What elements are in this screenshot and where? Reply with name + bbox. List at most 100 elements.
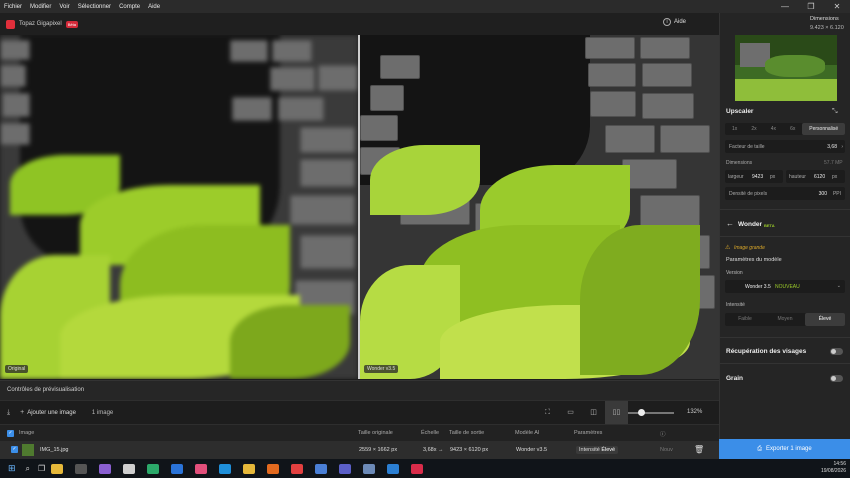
maximize-button[interactable]: ❐ [798,0,824,13]
export-label: Exporter 1 image [766,446,812,452]
menu-voir[interactable]: Voir [55,4,73,10]
zoom-slider[interactable] [628,412,674,414]
app-icon-11[interactable] [387,463,400,474]
row-model: Wonder v3.5 [516,447,548,453]
table-row[interactable]: ✓ IMG_15.jpg 2559 × 1662 px 3,68x → 9423… [0,441,719,459]
menu-compte[interactable]: Compte [115,4,144,10]
row-original-size: 2559 × 1662 px [359,447,398,453]
col-image[interactable]: Image [19,430,34,436]
size-factor-field[interactable]: Facteur de taille 3,68 › [725,140,845,153]
model-label: Wonder v3.5 [364,365,399,373]
zoom-slider-handle[interactable] [638,409,645,416]
intensity-high[interactable]: Élevé [805,313,845,326]
edge-icon[interactable] [219,463,232,474]
task-view-icon[interactable]: ❐ [38,464,45,473]
explorer-icon[interactable] [51,463,64,474]
vlc-icon[interactable] [267,463,280,474]
crop-view-icon[interactable]: ⛶ [536,401,559,425]
face-recovery-toggle[interactable] [830,348,843,355]
export-button[interactable]: ⎙ Exporter 1 image [719,439,850,459]
upscaler-title: Upscaler [726,108,754,115]
grain-toggle[interactable] [830,375,843,382]
minimize-button[interactable]: — [772,0,798,13]
col-parameters[interactable]: Paramètres [574,430,602,436]
app-icon-7[interactable] [243,463,256,474]
teams-icon[interactable] [339,463,352,474]
add-image-button[interactable]: + Ajouter une image [20,409,76,416]
intensity-medium[interactable]: Moyen [765,313,805,326]
gigapixel-taskbar-icon[interactable] [411,463,424,474]
col-original-size[interactable]: Taille originale [358,430,393,436]
single-view-icon[interactable]: ▭ [559,401,582,425]
select-all-checkbox[interactable]: ✓ [7,430,14,437]
row-scale: 3,68x → [423,447,444,453]
dimensions-label: Dimensions [810,16,839,22]
windows-start-icon[interactable]: ⊞ [8,463,16,474]
col-scale[interactable]: Échelle [421,430,439,436]
scale-custom[interactable]: Personnalisé [802,123,846,135]
face-recovery-label: Récupération des visages [726,348,807,355]
row-param-intensity: Intensité Élevé [576,446,619,454]
help-button[interactable]: i Aide [663,18,686,26]
menu-modifier[interactable]: Modifier [26,4,55,10]
scale-1x[interactable]: 1x [725,123,744,135]
back-arrow-icon[interactable]: ← [726,219,734,228]
side-by-side-view-icon[interactable]: ▯▯ [605,401,628,425]
app-icon-10[interactable] [363,463,376,474]
preview-controls-label[interactable]: Contrôles de prévisualisation [0,380,719,400]
compare-divider[interactable] [358,35,360,379]
menu-aide[interactable]: Aide [144,4,164,10]
width-field[interactable]: largeur 9423 px [725,170,783,183]
row-extra: Nouv [660,447,673,453]
col-ai-model[interactable]: Modèle AI [515,430,539,436]
scale-selector: 1x 2x 4x 6x Personnalisé [725,123,846,135]
menu-fichier[interactable]: Fichier [0,4,26,10]
delete-icon[interactable]: 🗑 [694,445,704,454]
app-icon-3[interactable] [123,463,136,474]
app-title: Topaz Gigapixel [19,21,62,27]
app-icon-4[interactable] [147,463,160,474]
split-view-icon[interactable]: ◫ [582,401,605,425]
intensity-low[interactable]: Faible [725,313,765,326]
app-icon-9[interactable] [315,463,328,474]
menu-selectionner[interactable]: Sélectionner [74,4,115,10]
app-icon-6[interactable] [195,463,208,474]
row-output-size: 9423 × 6120 px [450,447,489,453]
model-beta-badge: BETA [764,223,775,228]
col-output-size[interactable]: Taille de sortie [449,430,484,436]
pixel-density-field[interactable]: Densité de pixels 300 PPI [725,187,845,200]
app-icon-1[interactable] [75,463,88,474]
scale-2x[interactable]: 2x [744,123,763,135]
crop-icon[interactable]: ⤡ [832,108,838,116]
scale-6x[interactable]: 6x [783,123,802,135]
system-tray-clock[interactable]: 14:56 19/08/2026 [821,461,846,475]
version-select[interactable]: Wonder 3.5 NOUVEAU ⌄ [725,280,845,293]
search-icon[interactable]: ⌕ [26,464,30,474]
collapse-icon[interactable]: ⤓ [7,409,10,417]
width-value[interactable]: 9423 [752,174,763,180]
size-factor-value[interactable]: 3,68 [827,144,837,150]
pixel-density-value[interactable]: 300 [819,191,827,197]
app-icon-8[interactable] [291,463,304,474]
row-filename: IMG_15.jpg [40,447,69,453]
image-count: 1 image [91,409,114,416]
scale-4x[interactable]: 4x [764,123,783,135]
help-label: Aide [674,19,687,25]
height-value[interactable]: 6120 [814,174,825,180]
navigator-thumbnail[interactable] [735,35,837,101]
app-icon-2[interactable] [99,463,112,474]
model-name: Wonder [738,221,763,228]
close-button[interactable]: ✕ [824,0,850,13]
info-icon: ⓘ [660,432,666,438]
app-header: Topaz Gigapixel Bêta i Aide [0,13,719,35]
height-field[interactable]: hauteur 6120 px [786,170,845,183]
grain-label: Grain [726,375,743,382]
table-header: ✓ Image Taille originale Échelle Taille … [0,424,719,441]
topaz-logo-icon [6,19,15,29]
zoom-value[interactable]: 132% [687,409,702,415]
original-label: Original [5,365,29,373]
clock-time: 14:56 [833,461,846,467]
app-icon-5[interactable] [171,463,184,474]
image-toolbar: ⤓ + Ajouter une image 1 image ⛶ ▭ ◫ ▯▯ 1… [0,400,719,425]
row-checkbox[interactable]: ✓ [11,446,18,453]
